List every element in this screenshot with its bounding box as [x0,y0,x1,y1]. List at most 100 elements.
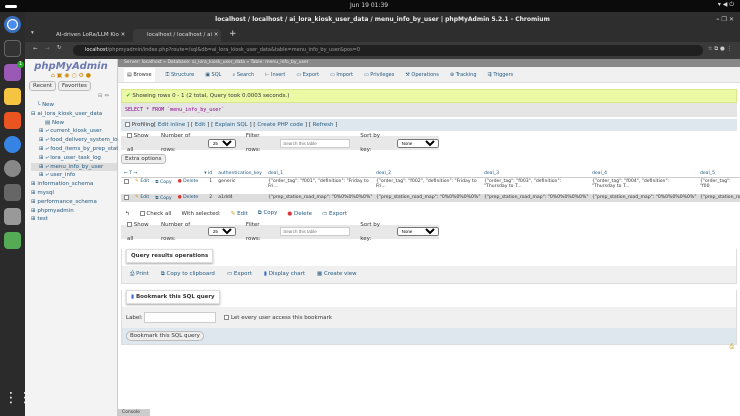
edit-link[interactable]: Edit [195,122,206,128]
column-header-deal-5[interactable]: deal_5 [696,170,740,178]
show-all-checkbox[interactable] [127,221,132,227]
row-checkbox[interactable] [124,194,129,200]
row-copy-link[interactable]: ⧉ Copy [155,180,171,185]
settings-icon[interactable] [4,160,21,177]
tab-privileges[interactable]: ▭ Privileges [364,72,394,78]
text-editor-icon[interactable] [4,88,21,105]
tree-table[interactable]: ⊞ ⤶ user_info [31,171,117,180]
column-header-deal-4[interactable]: deal_4 [588,170,697,178]
edit-inline-link[interactable]: Edit inline [158,122,185,128]
new-tab-button[interactable]: + [229,29,237,39]
show-all-checkbox[interactable] [127,133,132,138]
tab-import[interactable]: ▭ Import [330,72,353,78]
chromium-icon[interactable] [4,16,21,33]
row-delete-link[interactable]: ● Delete [178,195,199,200]
url-bar[interactable]: localhost/phpmyadmin/index.php?route=/sq… [73,45,703,56]
bookmark-label-input[interactable] [144,311,217,323]
display-chart-link[interactable]: ▮ Display chart [264,271,305,278]
column-header-deal-3[interactable]: deal_3 [480,170,589,178]
create-php-code-link[interactable]: Create PHP code [257,122,303,128]
activities-indicator[interactable] [5,5,17,8]
tab-sql[interactable]: ▣ SQL [205,72,221,78]
bulk-export[interactable]: ▭ Export [322,211,347,217]
show-apps-icon[interactable]: ⋮⋮ [4,390,32,407]
bulk-edit[interactable]: ✎ Edit [231,211,248,217]
files-icon[interactable]: 1 [4,61,24,81]
create-view-link[interactable]: ▦ Create view [317,271,357,278]
refresh-link[interactable]: Refresh [313,122,334,128]
extra-options-button[interactable]: Extra options [121,154,166,164]
filter-rows-input[interactable] [280,138,351,148]
tab-operations[interactable]: ⚒ Operations [405,72,439,78]
tab-search[interactable]: ⌕ Search [232,72,254,78]
tree-table[interactable]: ⊞ ⤶ lora_user_task_log [31,154,117,163]
tree-db[interactable]: ⊞ information_schema [31,180,117,189]
sort-by-key-select[interactable]: None [396,138,439,148]
trash-icon[interactable] [4,232,21,249]
disk-icon[interactable] [4,208,21,225]
tab-structure[interactable]: ⚿ Structure [166,72,195,78]
bulk-copy[interactable]: ⧉ Copy [258,210,278,217]
column-header-deal-2[interactable]: deal_2 [372,170,481,178]
rows-select[interactable]: 25 [207,227,236,236]
tab-triggers[interactable]: ⇶ Triggers [488,72,514,78]
tab-browse[interactable]: ▤ Browse [124,67,155,82]
sort-by-key-select[interactable]: None [396,227,439,236]
share-bookmark-checkbox[interactable] [224,314,230,320]
help-icon[interactable] [4,136,21,153]
tab-search-icon[interactable]: ▾ [31,30,34,36]
column-header-authentication-key[interactable]: authentication_key [215,170,265,178]
toolbar-icons[interactable]: ☆ ⧉ ● ⋮ [708,46,732,53]
console-bar[interactable]: Console [118,409,150,416]
tree-db[interactable]: ⊞ test [31,215,117,224]
rows-select[interactable]: 25 [207,138,236,148]
forward-icon[interactable]: → [45,46,50,52]
explain-sql-link[interactable]: Explain SQL [215,122,248,128]
tree-db-ai-lora[interactable]: ⊟ ai_lora_kiosk_user_data [31,110,117,119]
phpmyadmin-logo[interactable]: phpMyAdmin [25,61,117,72]
tree-table-new[interactable]: ▤ New [31,119,117,128]
tab-ai-driven[interactable]: AI-driven LoRa/LLM Kio ✕ [42,29,130,42]
tab-tracking[interactable]: ⊕ Tracking [450,72,477,78]
sql-query-box[interactable]: SELECT * FROM `menu_info_by_user` [121,103,737,117]
column-header-id[interactable]: ▾ id [201,170,216,178]
favorites-tab[interactable]: Favorites [58,81,91,91]
export-link[interactable]: ▭ Export [227,271,252,278]
app-center-icon[interactable] [4,112,21,129]
tab-insert[interactable]: ⊢ Insert [265,72,285,78]
tree-db[interactable]: ⊞ phpmyadmin [31,207,117,216]
clock[interactable]: Jun 19 01:39 [350,2,388,9]
terminal-icon[interactable] [4,40,21,57]
tree-new[interactable]: └ New [31,101,117,110]
tree-db[interactable]: ⊞ mysql [31,189,117,198]
filter-rows-input[interactable] [280,227,351,236]
print-link[interactable]: ⎙ Print [130,271,149,278]
tree-db[interactable]: ⊞ performance_schema [31,198,117,207]
system-tray-icons[interactable]: ▾ ◀ ⏻ [718,1,734,9]
tree-table[interactable]: ⊞ ⤶ current_kiosk_user [31,127,117,136]
tree-table-selected[interactable]: ⊞ ⤶ menu_info_by_user [31,162,117,172]
breadcrumb-table[interactable]: Table: menu_info_by_user [251,60,309,65]
row-copy-link[interactable]: ⧉ Copy [155,196,171,201]
copy-to-clipboard-link[interactable]: ⧉ Copy to clipboard [161,271,215,278]
collapse-link-icons[interactable]: ⊟ ⇔ [25,93,117,99]
breadcrumb-database[interactable]: Database: ai_lora_kiosk_user_data [167,60,245,65]
search-icon[interactable] [4,184,21,201]
check-all[interactable]: Check all [139,210,171,217]
reload-icon[interactable]: ↻ [57,45,62,51]
window-controls[interactable]: – ❐ ✕ [716,12,734,28]
column-controls[interactable]: ← T → [121,170,202,178]
row-edit-link[interactable]: ✎ Edit [135,195,149,200]
column-header-deal-1[interactable]: deal_1 [264,170,373,178]
tree-table[interactable]: ⊞ ⤶ food_delivery_system_log [31,136,121,145]
nav-icons[interactable]: ⌂ ▣ ◉ ○ ⚙ ● [25,72,117,79]
bookmark-query-button[interactable]: Bookmark this SQL query [126,330,204,341]
row-checkbox[interactable] [124,179,129,184]
breadcrumb-server[interactable]: Server: localhost [124,60,162,65]
tab-export[interactable]: ▭ Export [296,72,319,78]
recent-tab[interactable]: Recent [29,81,57,91]
profiling-checkbox[interactable] [125,122,130,127]
row-edit-link[interactable]: ✎ Edit [135,179,149,184]
bulk-delete[interactable]: ● Delete [287,211,312,217]
print-view-icon[interactable]: ⎙ [730,344,734,351]
